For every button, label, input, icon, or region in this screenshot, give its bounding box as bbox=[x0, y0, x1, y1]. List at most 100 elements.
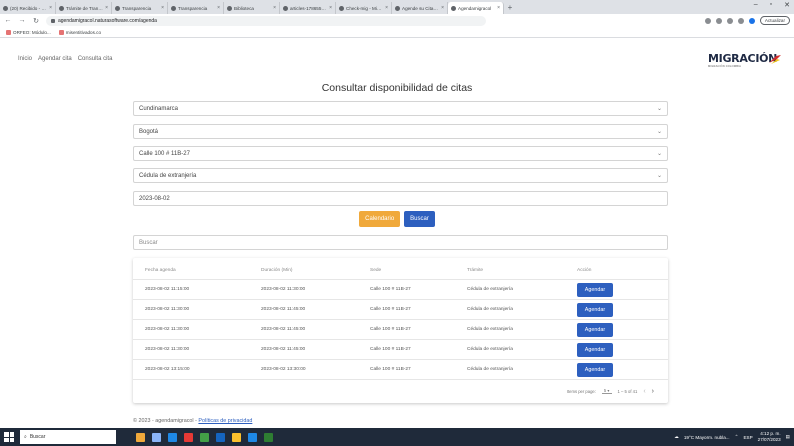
tab-favicon-icon bbox=[227, 5, 232, 11]
table-row: 2023-08-02 11:30:00 2023-08-02 11:45:00 … bbox=[133, 320, 668, 340]
forward-icon[interactable]: → bbox=[18, 17, 26, 24]
window-controls: – ▫ ✕ bbox=[754, 1, 790, 9]
taskbar-app-icon[interactable] bbox=[216, 432, 225, 442]
agendar-button[interactable]: Agendar bbox=[577, 363, 613, 377]
address-bar[interactable]: agendamigracol.naturasoftware.com/agenda bbox=[46, 15, 486, 26]
items-per-page-select[interactable]: 5 ▾ bbox=[601, 388, 612, 394]
date-input[interactable]: 2023-08-02 bbox=[133, 191, 668, 206]
browser-tab[interactable]: Transparencia × bbox=[112, 2, 168, 14]
bookmark-misentitivados[interactable]: misentitivados.co bbox=[58, 29, 101, 35]
back-icon[interactable]: ← bbox=[4, 17, 12, 24]
taskbar-app-icon[interactable] bbox=[168, 432, 177, 442]
copyright-text: © 2023 - agendamigracol - bbox=[133, 418, 197, 424]
tab-title: Agende su Cita - UNI bbox=[402, 5, 439, 11]
tab-title: Check-mig - Migraci bbox=[346, 5, 384, 11]
page-footer: © 2023 - agendamigracol - Políticas de p… bbox=[133, 418, 252, 424]
browser-tab[interactable]: Trámite de Transparenc× bbox=[56, 2, 112, 14]
browser-tab[interactable]: Biblioteca × bbox=[224, 2, 280, 14]
prev-page-icon[interactable]: ‹ bbox=[643, 388, 645, 395]
close-tab-icon[interactable]: × bbox=[105, 5, 108, 11]
language-indicator[interactable]: ESP bbox=[743, 435, 752, 440]
search-button[interactable]: Buscar bbox=[404, 211, 435, 227]
browser-tab[interactable]: Transparencia × bbox=[168, 2, 224, 14]
taskbar-app-icon[interactable] bbox=[152, 432, 161, 442]
page-range: 1 – 5 of 41 bbox=[617, 388, 638, 394]
document-type-select[interactable]: Cédula de extranjería ⌄ bbox=[133, 168, 668, 183]
notifications-icon[interactable]: ▤ bbox=[786, 434, 790, 440]
items-per-page-label: Items per page: bbox=[566, 388, 596, 394]
agendar-button[interactable]: Agendar bbox=[577, 343, 613, 357]
chevron-down-icon: ⌄ bbox=[656, 106, 662, 112]
nav-consulta-cita[interactable]: Consulta cita bbox=[78, 56, 113, 62]
close-tab-icon[interactable]: × bbox=[385, 5, 388, 11]
close-tab-icon[interactable]: × bbox=[329, 5, 332, 11]
close-tab-icon[interactable]: × bbox=[273, 5, 276, 11]
new-tab-button[interactable]: + bbox=[504, 2, 516, 14]
maximize-icon[interactable]: ▫ bbox=[770, 1, 772, 9]
share-icon[interactable] bbox=[715, 17, 722, 24]
calendar-button[interactable]: Calendario bbox=[359, 211, 401, 227]
windows-start-icon[interactable] bbox=[4, 432, 14, 442]
taskbar-app-icon[interactable] bbox=[184, 432, 193, 442]
network-icon[interactable]: ⌃ bbox=[735, 434, 739, 440]
translate-icon[interactable] bbox=[704, 17, 711, 24]
reload-icon[interactable]: ↻ bbox=[32, 17, 40, 25]
minimize-icon[interactable]: – bbox=[754, 1, 758, 9]
office-select[interactable]: Calle 100 # 11B-27 ⌄ bbox=[133, 146, 668, 161]
browser-tab[interactable]: (20) Recibido - crsm× bbox=[0, 2, 56, 14]
agendar-button[interactable]: Agendar bbox=[577, 323, 613, 337]
bookmark-orfeo[interactable]: ORFEO: Módulo... bbox=[6, 29, 51, 35]
browser-toolbar: ← → ↻ agendamigracol.naturasoftware.com/… bbox=[0, 14, 794, 27]
close-tab-icon[interactable]: × bbox=[217, 5, 220, 11]
taskbar-apps bbox=[136, 432, 273, 442]
tab-favicon-icon bbox=[395, 5, 400, 11]
close-tab-icon[interactable]: × bbox=[441, 5, 444, 11]
close-tab-icon[interactable]: × bbox=[497, 5, 500, 11]
taskbar-app-icon[interactable] bbox=[232, 432, 241, 442]
table-filter-input[interactable]: Buscar bbox=[133, 235, 668, 250]
tab-title: (20) Recibido - crsm bbox=[10, 5, 47, 11]
tab-title: Transparencia bbox=[178, 5, 208, 11]
profile-avatar[interactable] bbox=[748, 17, 755, 24]
department-select[interactable]: Cundinamarca ⌄ bbox=[133, 101, 668, 116]
taskbar-app-icon[interactable] bbox=[200, 432, 209, 442]
taskbar-app-icon[interactable] bbox=[136, 432, 145, 442]
bookmark-icon bbox=[58, 29, 64, 35]
browser-tab[interactable]: articles-178655_Direct× bbox=[280, 2, 336, 14]
bookmarks-bar: ORFEO: Módulo... misentitivados.co bbox=[0, 27, 794, 38]
star-icon[interactable] bbox=[726, 17, 733, 24]
taskbar-app-icon[interactable] bbox=[248, 432, 257, 442]
tab-favicon-icon bbox=[283, 5, 288, 11]
update-button[interactable]: Actualizar bbox=[759, 16, 790, 25]
clock[interactable]: 4:12 p. m. 27/07/2023 bbox=[758, 431, 781, 443]
browser-tab[interactable]: Agende su Cita - UNI× bbox=[392, 2, 448, 14]
app-nav: Inicio Agendar cita Consulta cita bbox=[18, 56, 112, 62]
taskbar-app-icon[interactable] bbox=[264, 432, 273, 442]
next-page-icon[interactable]: › bbox=[652, 388, 654, 395]
chevron-down-icon: ⌄ bbox=[656, 129, 662, 135]
table-row: 2023-08-02 11:30:00 2023-08-02 11:45:00 … bbox=[133, 300, 668, 320]
taskbar-search[interactable]: ⌕ Buscar bbox=[20, 430, 116, 444]
weather-icon: ☁ bbox=[674, 434, 679, 439]
windows-taskbar: ⌕ Buscar ☁ 19°C Mayorm. nubla... ⌃ ESP 4… bbox=[0, 428, 794, 446]
close-tab-icon[interactable]: × bbox=[49, 5, 52, 11]
tab-favicon-icon bbox=[171, 5, 176, 11]
nav-agendar-cita[interactable]: Agendar cita bbox=[38, 56, 72, 62]
close-tab-icon[interactable]: × bbox=[161, 5, 164, 11]
agendar-button[interactable]: Agendar bbox=[577, 303, 613, 317]
close-window-icon[interactable]: ✕ bbox=[784, 1, 790, 9]
system-tray: ☁ 19°C Mayorm. nubla... ⌃ ESP 4:12 p. m.… bbox=[674, 431, 790, 443]
agendar-button[interactable]: Agendar bbox=[577, 283, 613, 297]
privacy-link[interactable]: Políticas de privacidad bbox=[198, 418, 252, 424]
chevron-down-icon: ⌄ bbox=[656, 151, 662, 157]
tab-title: Trámite de Transparenc bbox=[66, 5, 104, 11]
availability-table: Fecha agenda Duración (Min) Sede Trámite… bbox=[133, 258, 668, 403]
browser-tab[interactable]: Agendamigracol × bbox=[448, 2, 504, 14]
sidebar-icon[interactable] bbox=[737, 17, 744, 24]
browser-tab[interactable]: Check-mig - Migraci × bbox=[336, 2, 392, 14]
tab-title: articles-178655_Direct bbox=[290, 5, 328, 11]
nav-inicio[interactable]: Inicio bbox=[18, 56, 32, 62]
city-select[interactable]: Bogotá ⌄ bbox=[133, 124, 668, 139]
header-duracion: Duración (Min) bbox=[261, 268, 293, 273]
migracion-logo: MIGRACIÓN MIGRACIÓN COLOMBIA bbox=[708, 52, 782, 70]
